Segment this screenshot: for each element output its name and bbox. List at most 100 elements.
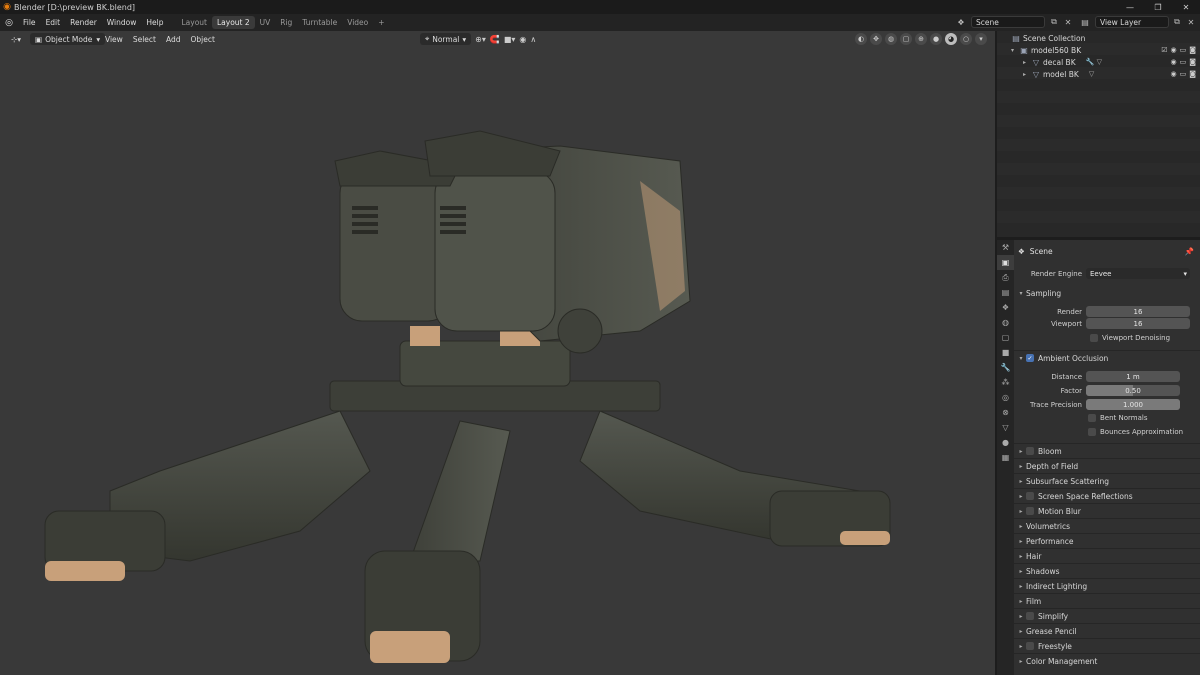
mode-selector[interactable]: ▣ Object Mode ▾ — [30, 33, 106, 45]
texture-tab-icon[interactable]: ▦ — [997, 450, 1014, 465]
expand-icon[interactable]: ▸ — [1023, 71, 1031, 78]
camera-icon[interactable]: ◙ — [1189, 70, 1196, 78]
gizmo-icon[interactable]: ✥ — [870, 33, 882, 45]
pin-icon[interactable]: 📌 — [1185, 247, 1194, 256]
render-samples-field[interactable]: 16 — [1086, 306, 1190, 317]
menu-edit[interactable]: Edit — [41, 18, 66, 27]
menu-object[interactable]: Object — [185, 35, 219, 44]
turret-model[interactable] — [40, 91, 940, 671]
menu-view[interactable]: View — [100, 35, 128, 44]
3d-viewport[interactable]: ⊹▾ ▣ Object Mode ▾ View Select Add Objec… — [0, 31, 995, 675]
outliner[interactable]: ▤ Scene Collection ▾ ▣ model560 BK ☑ ◉ ▭… — [997, 31, 1200, 237]
checkbox-icon[interactable] — [1026, 642, 1034, 650]
camera-icon[interactable]: ◙ — [1189, 58, 1196, 66]
delete-scene-icon[interactable]: ✕ — [1062, 16, 1074, 28]
menu-file[interactable]: File — [18, 18, 41, 27]
panel-simplify[interactable]: ▸ Simplify — [1016, 609, 1198, 623]
snap-icon[interactable]: 🧲 — [490, 35, 500, 44]
snap-target-icon[interactable]: ■▾ — [504, 35, 516, 44]
xray-icon[interactable]: ▢ — [900, 33, 912, 45]
panel-performance[interactable]: ▸ Performance — [1016, 534, 1198, 548]
panel-depth-of-field[interactable]: ▸ Depth of Field — [1016, 459, 1198, 473]
world-tab-icon[interactable]: ◍ — [997, 315, 1014, 330]
panel-volumetrics[interactable]: ▸ Volumetrics — [1016, 519, 1198, 533]
scene-collection-row[interactable]: ▤ Scene Collection — [997, 32, 1200, 44]
panel-bloom[interactable]: ▸ Bloom — [1016, 444, 1198, 458]
particles-tab-icon[interactable]: ⁂ — [997, 375, 1014, 390]
camera-icon[interactable]: ◙ — [1189, 46, 1196, 54]
tab-uv[interactable]: UV — [255, 16, 276, 29]
new-view-layer-icon[interactable]: ⧉ — [1171, 16, 1183, 28]
expand-icon[interactable]: ▾ — [1011, 47, 1019, 54]
tab-rig[interactable]: Rig — [275, 16, 297, 29]
panel-screen-space-reflections[interactable]: ▸ Screen Space Reflections — [1016, 489, 1198, 503]
outliner-item-decal[interactable]: ▸ ▽ decal BK 🔧 ▽ ◉ ▭ ◙ — [997, 56, 1200, 68]
view-layer-selector[interactable]: View Layer — [1095, 16, 1169, 28]
panel-grease-pencil[interactable]: ▸ Grease Pencil — [1016, 624, 1198, 638]
tool-tab-icon[interactable]: ⚒ — [997, 240, 1014, 255]
panel-subsurface-scattering[interactable]: ▸ Subsurface Scattering — [1016, 474, 1198, 488]
menu-help[interactable]: Help — [141, 18, 168, 27]
panel-hair[interactable]: ▸ Hair — [1016, 549, 1198, 563]
ao-trace-precision-slider[interactable]: 1.000 — [1086, 399, 1180, 410]
scene-tab-icon[interactable]: ❖ — [997, 300, 1014, 315]
tab-layout[interactable]: Layout — [176, 16, 212, 29]
material-shading-icon[interactable]: ◕ — [945, 33, 957, 45]
shading-options-icon[interactable]: ▾ — [975, 33, 987, 45]
rendered-shading-icon[interactable]: ○ — [960, 33, 972, 45]
checkbox-icon[interactable]: ☑ — [1161, 46, 1167, 54]
editor-type-icon[interactable]: ⊹▾ — [6, 35, 26, 44]
overlay-icon[interactable]: ◍ — [885, 33, 897, 45]
viewport-denoising-checkbox[interactable]: Viewport Denoising — [1090, 334, 1170, 342]
orientation-dropdown[interactable]: ⌖ Normal ▾ — [420, 33, 472, 45]
bent-normals-checkbox[interactable]: Bent Normals — [1088, 414, 1148, 422]
tab-turntable[interactable]: Turntable — [297, 16, 342, 29]
viewport-samples-field[interactable]: 16 — [1086, 318, 1190, 329]
falloff-icon[interactable]: ∧ — [530, 35, 536, 44]
menu-add[interactable]: Add — [161, 35, 186, 44]
proportional-edit-icon[interactable]: ◉ — [519, 35, 526, 44]
render-tab-icon[interactable]: ▣ — [997, 255, 1014, 270]
object-tab-icon[interactable]: ■ — [997, 345, 1014, 360]
tab-video[interactable]: Video — [342, 16, 373, 29]
menu-select[interactable]: Select — [128, 35, 161, 44]
delete-view-layer-icon[interactable]: ✕ — [1185, 16, 1197, 28]
eye-icon[interactable]: ◉ — [1170, 70, 1176, 78]
maximize-button[interactable]: ❐ — [1144, 0, 1172, 14]
panel-motion-blur[interactable]: ▸ Motion Blur — [1016, 504, 1198, 518]
scene-icon[interactable]: ❖ — [955, 16, 967, 28]
eye-icon[interactable]: ◉ — [1170, 46, 1176, 54]
outliner-item-model560[interactable]: ▾ ▣ model560 BK ☑ ◉ ▭ ◙ — [997, 44, 1200, 56]
checkbox-icon[interactable] — [1026, 492, 1034, 500]
menu-render[interactable]: Render — [65, 18, 102, 27]
monitor-icon[interactable]: ▭ — [1180, 70, 1187, 78]
monitor-icon[interactable]: ▭ — [1180, 46, 1187, 54]
view-layer-tab-icon[interactable]: ▤ — [997, 285, 1014, 300]
physics-tab-icon[interactable]: ◎ — [997, 390, 1014, 405]
data-tab-icon[interactable]: ▽ — [997, 420, 1014, 435]
panel-indirect-lighting[interactable]: ▸ Indirect Lighting — [1016, 579, 1198, 593]
render-engine-dropdown[interactable]: Eevee ▾ — [1086, 268, 1190, 279]
scene-selector[interactable]: Scene — [971, 16, 1045, 28]
outliner-item-model[interactable]: ▸ ▽ model BK ▽ ◉ ▭ ◙ — [997, 68, 1200, 80]
monitor-icon[interactable]: ▭ — [1180, 58, 1187, 66]
minimize-button[interactable]: — — [1116, 0, 1144, 14]
solid-shading-icon[interactable]: ● — [930, 33, 942, 45]
panel-freestyle[interactable]: ▸ Freestyle — [1016, 639, 1198, 653]
collection-tab-icon[interactable]: ▢ — [997, 330, 1014, 345]
ao-factor-slider[interactable]: 0.50 — [1086, 385, 1180, 396]
modifier-tab-icon[interactable]: 🔧 — [997, 360, 1014, 375]
material-tab-icon[interactable]: ● — [997, 435, 1014, 450]
new-scene-icon[interactable]: ⧉ — [1048, 16, 1060, 28]
pivot-icon[interactable]: ⊕▾ — [475, 35, 486, 44]
output-tab-icon[interactable]: ⎙ — [997, 270, 1014, 285]
add-workspace-button[interactable]: + — [373, 16, 389, 29]
panel-shadows[interactable]: ▸ Shadows — [1016, 564, 1198, 578]
panel-color-management[interactable]: ▸ Color Management — [1016, 654, 1198, 668]
constraints-tab-icon[interactable]: ⊗ — [997, 405, 1014, 420]
panel-film[interactable]: ▸ Film — [1016, 594, 1198, 608]
checkbox-icon[interactable] — [1026, 507, 1034, 515]
panel-ambient-occlusion[interactable]: ▾ ✓ Ambient Occlusion — [1016, 351, 1198, 365]
panel-sampling[interactable]: ▾ Sampling — [1016, 286, 1198, 300]
checkbox-icon[interactable] — [1026, 447, 1034, 455]
